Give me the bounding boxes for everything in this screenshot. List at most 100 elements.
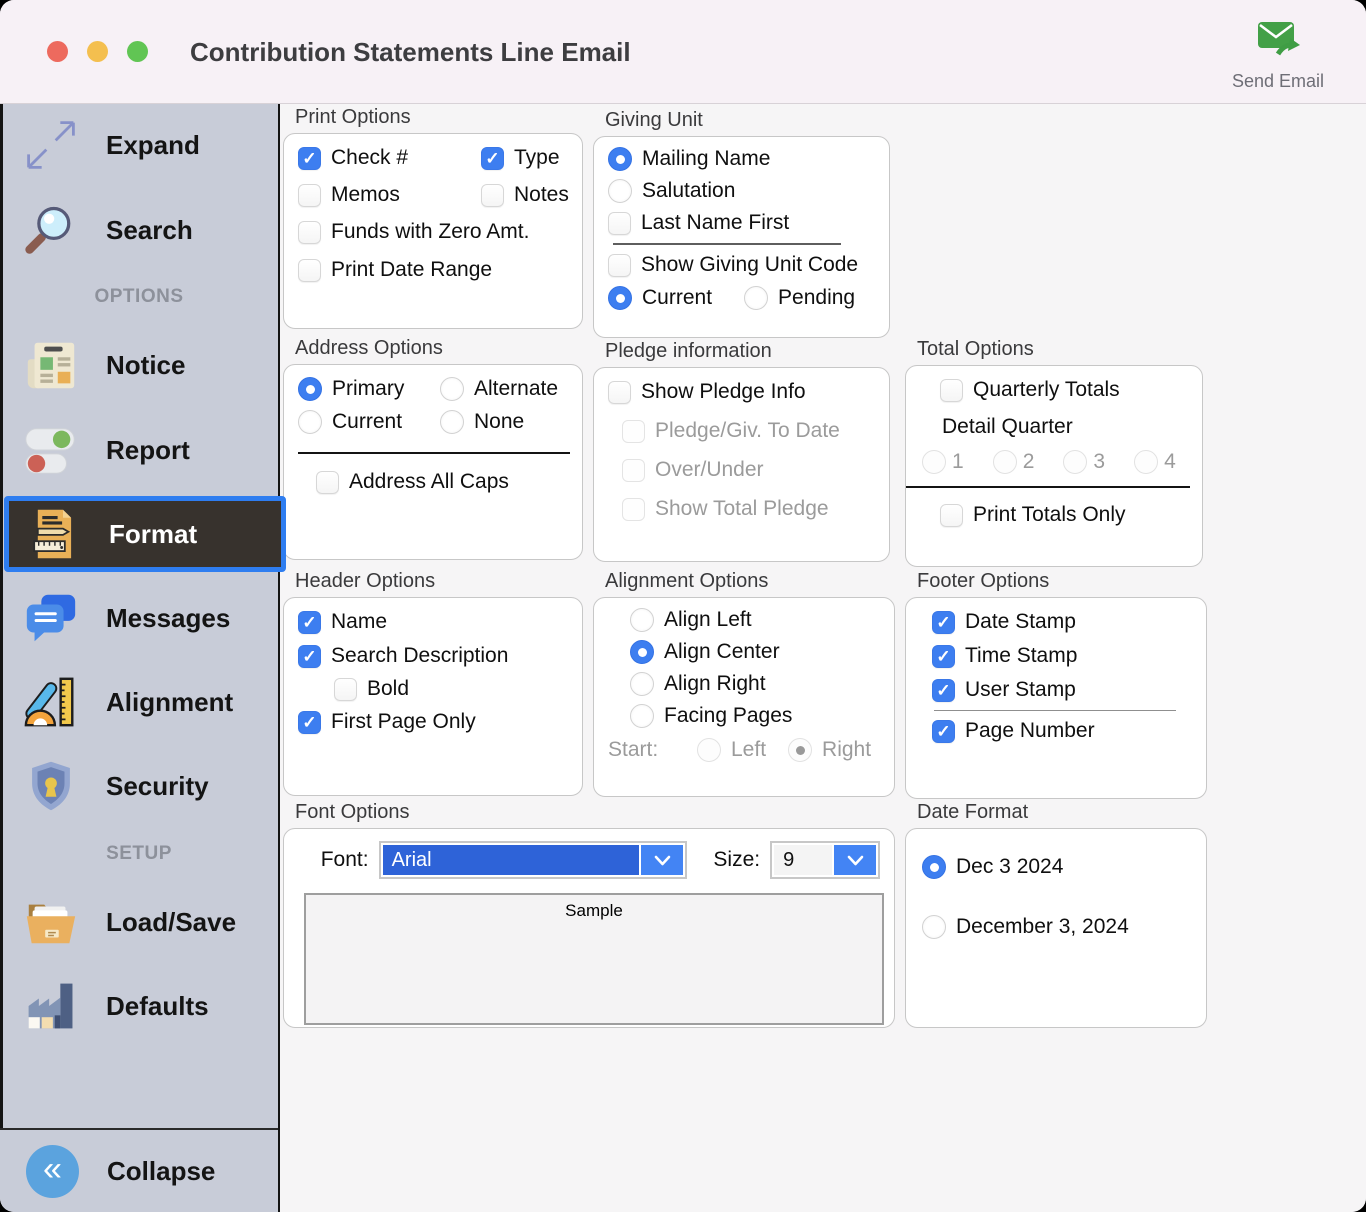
sidebar-item-notice[interactable]: Notice	[0, 333, 278, 397]
collapse-label: Collapse	[107, 1156, 215, 1187]
radio-quarter-3: 3	[1063, 450, 1105, 474]
footer-options-panel: Footer Options ✓ Date Stamp ✓ Time Stamp…	[905, 570, 1207, 799]
radio	[922, 915, 946, 939]
loadsave-icon	[22, 893, 80, 951]
radio-mailing-name[interactable]: Mailing Name	[608, 147, 875, 171]
collapse-icon: «	[26, 1145, 79, 1198]
radio-primary-address[interactable]: Primary	[298, 377, 440, 401]
radio	[788, 738, 812, 762]
checkbox-over-under: ✓ Over/Under	[622, 458, 875, 482]
sidebar-item-messages[interactable]: Messages	[0, 586, 278, 650]
radio-current-status[interactable]: Current	[608, 286, 712, 310]
alignment-icon	[22, 673, 80, 731]
radio-pending-status[interactable]: Pending	[744, 286, 855, 310]
radio-align-right[interactable]: Align Right	[630, 672, 880, 696]
date-format-box: Dec 3 2024 December 3, 2024	[905, 828, 1207, 1028]
chevron-down-icon[interactable]	[641, 845, 683, 875]
checkbox-last-name-first[interactable]: ✓ Last Name First	[608, 211, 875, 235]
checkbox-time-stamp[interactable]: ✓ Time Stamp	[932, 644, 1192, 668]
radio	[993, 450, 1017, 474]
sidebar-item-search[interactable]: Search	[0, 198, 278, 262]
total-options-box: ✓ Quarterly Totals Detail Quarter 1 2	[905, 365, 1203, 567]
date-format-panel: Date Format Dec 3 2024 December 3, 2024	[905, 801, 1207, 1028]
panel-title: Date Format	[917, 801, 1207, 824]
checkbox: ✓	[316, 471, 339, 494]
sidebar-footer: « Collapse	[0, 1128, 278, 1212]
sidebar-item-label: Load/Save	[106, 907, 236, 938]
checkbox-print-totals-only[interactable]: ✓ Print Totals Only	[940, 503, 1188, 527]
panel-title: Pledge information	[605, 340, 890, 363]
divider	[906, 486, 1190, 488]
send-email-button[interactable]: Send Email	[1220, 20, 1336, 92]
panel-title: Giving Unit	[605, 109, 890, 132]
app-window: Contribution Statements Line Email Send …	[0, 0, 1366, 1212]
checkbox-user-stamp[interactable]: ✓ User Stamp	[932, 678, 1192, 702]
sidebar-item-label: Alignment	[106, 687, 233, 718]
checkbox: ✓	[932, 679, 955, 702]
print-options-box: ✓ Check # ✓ Type ✓ Memos ✓ Notes	[283, 133, 583, 329]
report-icon	[22, 421, 80, 479]
radio-current-address[interactable]: Current	[298, 410, 440, 434]
radio-align-left[interactable]: Align Left	[630, 608, 880, 632]
checkbox-address-all-caps[interactable]: ✓ Address All Caps	[316, 470, 568, 494]
radio-facing-pages[interactable]: Facing Pages	[630, 704, 880, 728]
checkbox-check-number[interactable]: ✓ Check #	[298, 146, 481, 170]
checkbox-search-description[interactable]: ✓ Search Description	[298, 644, 568, 668]
checkbox: ✓	[298, 611, 321, 634]
collapse-button[interactable]: « Collapse	[0, 1145, 215, 1198]
sidebar-section-setup: SETUP	[0, 840, 278, 868]
radio-none-address[interactable]: None	[440, 410, 568, 434]
checkbox-name[interactable]: ✓ Name	[298, 610, 568, 634]
size-label: Size:	[713, 848, 760, 872]
checkbox-funds-zero[interactable]: ✓ Funds with Zero Amt.	[298, 220, 568, 244]
sidebar-item-report[interactable]: Report	[0, 418, 278, 482]
checkbox-date-stamp[interactable]: ✓ Date Stamp	[932, 610, 1192, 634]
address-options-panel: Address Options Primary Alternate Curren…	[283, 337, 583, 560]
divider	[613, 243, 841, 245]
checkbox-first-page-only[interactable]: ✓ First Page Only	[298, 710, 568, 734]
checkbox-print-date-range[interactable]: ✓ Print Date Range	[298, 258, 568, 282]
sidebar-item-defaults[interactable]: Defaults	[0, 974, 278, 1038]
radio-align-center[interactable]: Align Center	[630, 640, 880, 664]
checkbox-notes[interactable]: ✓ Notes	[481, 183, 569, 207]
font-select[interactable]: Arial	[379, 841, 688, 879]
checkbox: ✓	[298, 645, 321, 668]
chevron-down-icon[interactable]	[834, 845, 876, 875]
checkbox-show-pledge-info[interactable]: ✓ Show Pledge Info	[608, 380, 875, 404]
checkbox: ✓	[334, 678, 357, 701]
size-select[interactable]: 9	[770, 841, 880, 879]
radio-salutation[interactable]: Salutation	[608, 179, 875, 203]
radio	[630, 608, 654, 632]
checkbox: ✓	[298, 221, 321, 244]
checkbox: ✓	[932, 611, 955, 634]
sidebar-item-format[interactable]: Format	[4, 496, 286, 572]
giving-unit-box: Mailing Name Salutation ✓ Last Name Firs…	[593, 136, 890, 338]
send-email-label: Send Email	[1232, 71, 1324, 92]
minimize-button[interactable]	[87, 41, 108, 62]
sidebar-item-security[interactable]: Security	[0, 754, 278, 818]
radio	[922, 450, 946, 474]
defaults-icon	[22, 977, 80, 1035]
checkbox-bold[interactable]: ✓ Bold	[334, 677, 568, 701]
font-label: Font:	[298, 848, 369, 872]
checkbox-memos[interactable]: ✓ Memos	[298, 183, 481, 207]
zoom-button[interactable]	[127, 41, 148, 62]
panel-title: Address Options	[295, 337, 583, 360]
security-icon	[22, 757, 80, 815]
radio-date-short[interactable]: Dec 3 2024	[922, 855, 1190, 879]
radio-alternate-address[interactable]: Alternate	[440, 377, 568, 401]
checkbox: ✓	[940, 504, 963, 527]
checkbox-type[interactable]: ✓ Type	[481, 146, 569, 170]
checkbox-page-number[interactable]: ✓ Page Number	[932, 719, 1192, 743]
radio-date-long[interactable]: December 3, 2024	[922, 915, 1190, 939]
checkbox-pledge-giv-to-date: ✓ Pledge/Giv. To Date	[622, 419, 875, 443]
sidebar-item-loadsave[interactable]: Load/Save	[0, 890, 278, 954]
checkbox-show-giving-unit-code[interactable]: ✓ Show Giving Unit Code	[608, 253, 875, 277]
checkbox: ✓	[622, 498, 645, 521]
radio	[440, 377, 464, 401]
checkbox-quarterly-totals[interactable]: ✓ Quarterly Totals	[940, 378, 1188, 402]
sidebar-item-expand[interactable]: Expand	[0, 113, 278, 177]
messages-icon	[22, 589, 80, 647]
close-button[interactable]	[47, 41, 68, 62]
sidebar-item-alignment[interactable]: Alignment	[0, 670, 278, 734]
